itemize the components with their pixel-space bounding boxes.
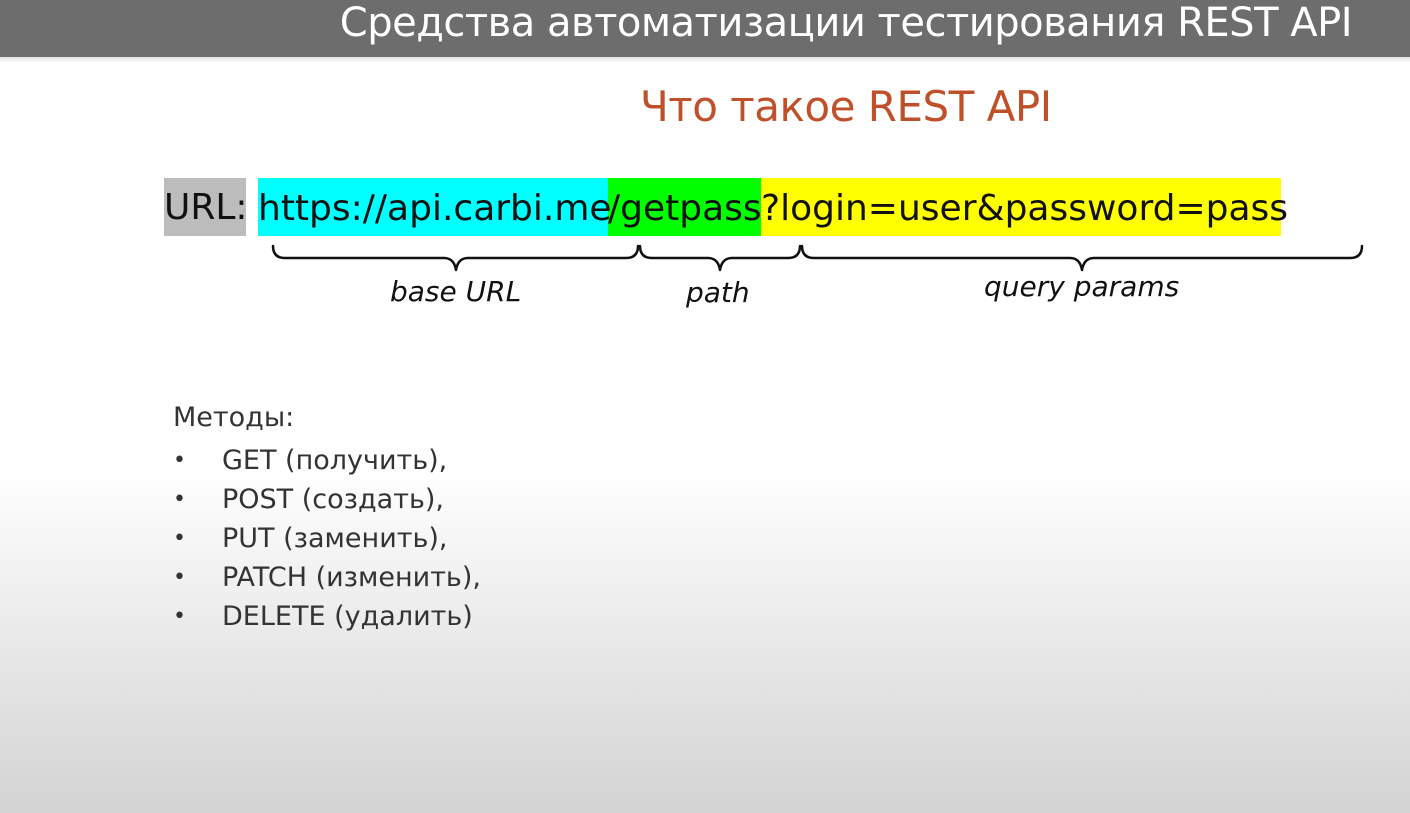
method-label: PATCH (изменить), — [222, 562, 481, 593]
bullet-icon: • — [173, 526, 186, 551]
slide-title: Что такое REST API — [640, 82, 1052, 131]
bullet-icon: • — [173, 448, 186, 473]
url-query-segment: ?login=user&password=pass — [761, 188, 1289, 229]
url-example: https://api.carbi.me /getpass ?login=use… — [258, 178, 1288, 236]
method-label: POST (создать), — [222, 484, 444, 515]
url-path-segment: /getpass — [608, 188, 762, 229]
bullet-icon: • — [173, 487, 186, 512]
base-url-brace — [271, 244, 640, 272]
base-url-annotation: base URL — [390, 275, 522, 308]
method-label: DELETE (удалить) — [222, 601, 473, 632]
path-annotation: path — [686, 276, 750, 309]
url-base-segment: https://api.carbi.me — [258, 188, 612, 229]
query-params-brace — [800, 244, 1364, 272]
header-shadow — [0, 57, 1410, 63]
path-brace — [638, 244, 802, 272]
method-label: PUT (заменить), — [222, 523, 448, 554]
presentation-title: Средства автоматизации тестирования REST… — [339, 0, 1353, 46]
bullet-icon: • — [173, 565, 186, 590]
bullet-icon: • — [173, 604, 186, 629]
url-label: URL: — [164, 187, 248, 228]
query-params-annotation: query params — [984, 270, 1180, 303]
url-braces — [271, 244, 1364, 272]
methods-heading: Методы: — [173, 402, 295, 433]
method-label: GET (получить), — [222, 445, 448, 476]
